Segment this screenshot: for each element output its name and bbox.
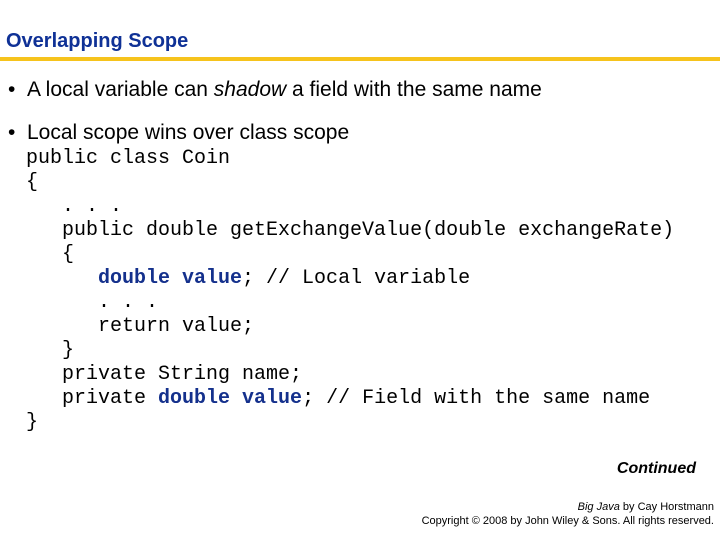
bullet-text: A local variable can: [27, 78, 214, 101]
bullet-item: • Local scope wins over class scope: [8, 121, 349, 145]
code-line-local-variable: double value; // Local variable: [26, 267, 674, 291]
code-highlight: double value: [98, 267, 243, 290]
code-block: public class Coin { . . . public double …: [26, 147, 674, 435]
book-credit: Big Java by Cay Horstmann: [422, 500, 714, 514]
code-line: . . .: [26, 291, 159, 314]
copyright-footer: Big Java by Cay Horstmann Copyright © 20…: [422, 500, 714, 528]
code-line-field: private double value; // Field with the …: [26, 387, 674, 411]
code-line: return value;: [26, 315, 255, 338]
code-highlight: double value: [158, 387, 303, 410]
code-line: {: [26, 171, 39, 194]
copyright-text: Copyright © 2008 by John Wiley & Sons. A…: [421, 515, 714, 527]
slide-title: Overlapping Scope: [6, 30, 189, 52]
code-line: public class Coin: [26, 147, 231, 170]
code-line: . . .: [26, 195, 123, 218]
book-author: by Cay Horstmann: [619, 501, 714, 513]
title-divider: [0, 57, 720, 61]
code-line: }: [26, 411, 39, 434]
bullet-icon: •: [8, 78, 16, 101]
code-prefix: private: [26, 387, 159, 410]
continued-label: Continued: [616, 460, 696, 477]
bullet-item: • A local variable can shadow a field wit…: [8, 78, 542, 102]
book-title: Big Java: [577, 501, 620, 513]
bullet-text: Local scope wins over class scope: [27, 121, 350, 144]
bullet-icon: •: [8, 121, 16, 144]
code-line: }: [26, 339, 75, 362]
bullet-text: a field with the same name: [286, 78, 542, 101]
code-line: {: [26, 243, 75, 266]
code-comment: ; // Local variable: [242, 267, 471, 290]
code-comment: ; // Field with the same name: [302, 387, 651, 410]
code-line: private String name;: [26, 363, 303, 386]
bullet-emphasis: shadow: [213, 78, 287, 101]
code-line: public double getExchangeValue(double ex…: [26, 219, 675, 242]
